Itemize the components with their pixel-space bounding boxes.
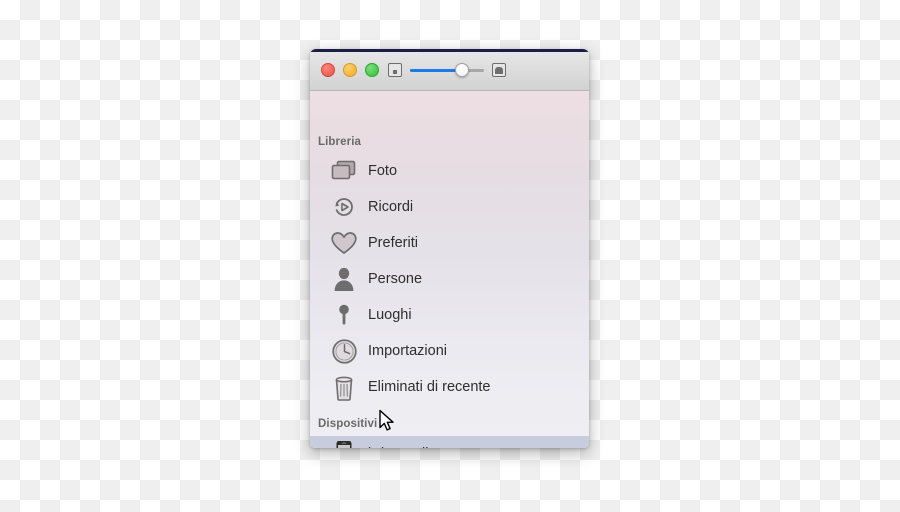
minimize-button[interactable] bbox=[343, 63, 357, 77]
memories-replay-icon bbox=[326, 192, 362, 222]
sidebar-item-label: iPhone di Marco Freccero bbox=[368, 446, 534, 448]
sidebar-section-header-dispositivi: Dispositivi bbox=[318, 418, 378, 430]
photos-stack-icon bbox=[326, 156, 362, 186]
sidebar-item-label: Persone bbox=[368, 271, 423, 287]
clock-icon bbox=[326, 336, 362, 366]
small-thumbnail-icon[interactable] bbox=[388, 63, 402, 77]
slider-knob[interactable] bbox=[455, 63, 469, 77]
large-thumbnail-icon[interactable] bbox=[492, 63, 506, 77]
sidebar: Libreria Foto Ricordi Preferiti Persone … bbox=[310, 91, 589, 448]
window-traffic-lights bbox=[321, 63, 379, 77]
sidebar-item-label: Ricordi bbox=[368, 199, 414, 215]
thumbnail-size-control bbox=[388, 61, 506, 79]
window-top-accent-line bbox=[310, 49, 589, 52]
sidebar-item-eliminati-di-recente[interactable]: Eliminati di recente bbox=[310, 369, 589, 405]
sidebar-item-label: Preferiti bbox=[368, 235, 418, 251]
sidebar-item-label: Importazioni bbox=[368, 343, 447, 359]
sidebar-item-luoghi[interactable]: Luoghi bbox=[310, 297, 589, 333]
sidebar-section-header-libreria: Libreria bbox=[318, 136, 361, 148]
heart-icon bbox=[326, 228, 362, 258]
sidebar-item-label: Luoghi bbox=[368, 307, 412, 323]
person-icon bbox=[326, 264, 362, 294]
sidebar-item-persone[interactable]: Persone bbox=[310, 261, 589, 297]
map-pin-icon bbox=[326, 300, 362, 330]
sidebar-item-label: Eliminati di recente bbox=[368, 379, 491, 395]
photos-app-window: Libreria Foto Ricordi Preferiti Persone … bbox=[310, 49, 589, 448]
sidebar-item-importazioni[interactable]: Importazioni bbox=[310, 333, 589, 369]
trash-icon bbox=[326, 372, 362, 402]
sidebar-item-ricordi[interactable]: Ricordi bbox=[310, 189, 589, 225]
zoom-button[interactable] bbox=[365, 63, 379, 77]
window-titlebar[interactable] bbox=[310, 49, 589, 91]
iphone-icon bbox=[326, 439, 362, 448]
sidebar-item-iphone-di-marco-freccero[interactable]: iPhone di Marco Freccero bbox=[310, 436, 589, 448]
sidebar-item-foto[interactable]: Foto bbox=[310, 153, 589, 189]
sidebar-item-label: Foto bbox=[368, 163, 398, 179]
close-button[interactable] bbox=[321, 63, 335, 77]
thumbnail-size-slider[interactable] bbox=[410, 62, 484, 78]
sidebar-item-preferiti[interactable]: Preferiti bbox=[310, 225, 589, 261]
